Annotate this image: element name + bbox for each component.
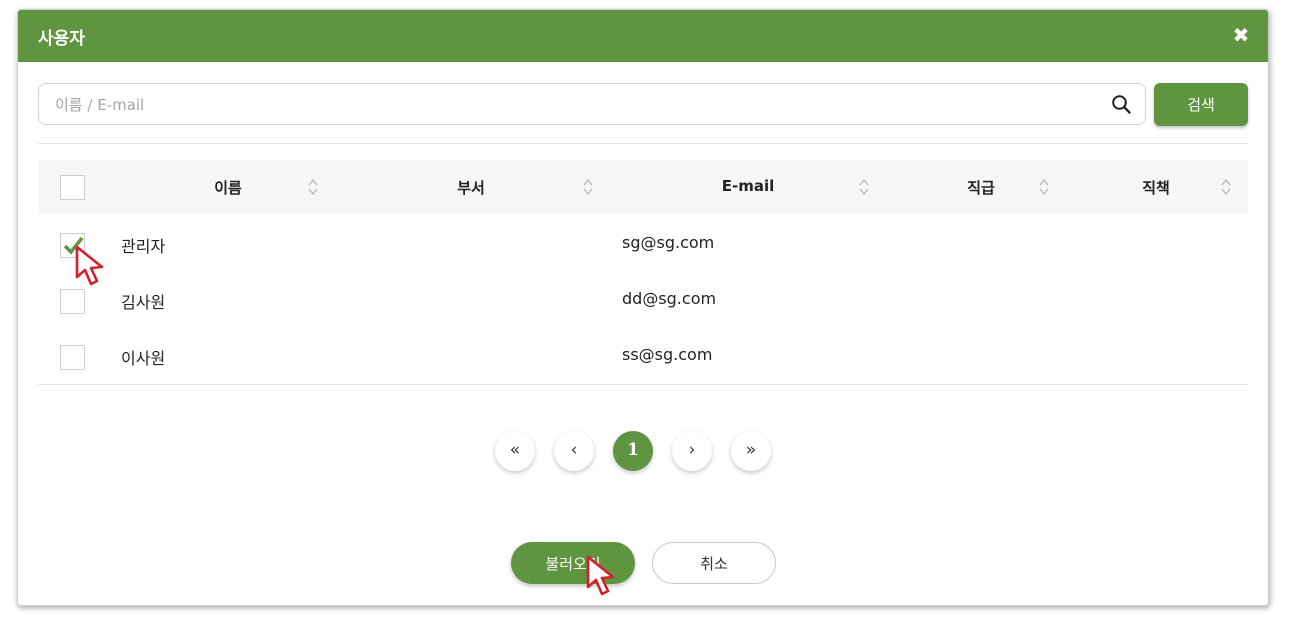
dialog-title: 사용자 [38, 29, 85, 49]
column-header-rank[interactable]: 직급 [946, 177, 1016, 198]
table-row[interactable]: 김사원 dd@sg.com [38, 273, 1248, 328]
table-row[interactable]: 이사원 ss@sg.com [38, 329, 1248, 384]
column-header-email[interactable]: E-mail [698, 177, 798, 195]
close-icon[interactable]: ✖ [1230, 22, 1252, 48]
pagination-last-button[interactable]: » [731, 431, 771, 471]
load-button[interactable]: 불러오기 [511, 542, 635, 584]
divider [38, 384, 1248, 385]
table-row[interactable]: 관리자 sg@sg.com [38, 217, 1248, 272]
divider [38, 143, 1248, 144]
column-header-name[interactable]: 이름 [188, 177, 268, 198]
search-icon[interactable] [1111, 94, 1131, 114]
sort-icon[interactable] [1221, 178, 1231, 196]
pagination-first-button[interactable]: « [495, 431, 535, 471]
sort-icon[interactable] [1039, 178, 1049, 196]
table-header: 이름 부서 E-mail 직급 직책 [38, 160, 1248, 214]
user-picker-dialog: 사용자 ✖ 검색 이름 부서 E-mail 직급 [17, 9, 1269, 606]
cell-name: 관리자 [121, 237, 166, 256]
dialog-titlebar: 사용자 ✖ [18, 10, 1268, 62]
row-checkbox[interactable] [60, 345, 85, 370]
pagination-next-button[interactable]: › [672, 431, 712, 471]
sort-icon[interactable] [859, 178, 869, 196]
cell-email: ss@sg.com [622, 345, 713, 364]
sort-icon[interactable] [308, 178, 318, 196]
sort-icon[interactable] [583, 178, 593, 196]
cell-email: dd@sg.com [622, 289, 717, 308]
search-button[interactable]: 검색 [1154, 83, 1248, 126]
cell-name: 김사원 [121, 293, 166, 312]
pagination-prev-button[interactable]: ‹ [554, 431, 594, 471]
row-checkbox[interactable] [60, 289, 85, 314]
column-header-position[interactable]: 직책 [1121, 177, 1191, 198]
column-header-department[interactable]: 부서 [438, 177, 504, 198]
pagination-page-button[interactable]: 1 [613, 431, 653, 471]
checkmark-icon [63, 236, 84, 255]
cell-email: sg@sg.com [622, 233, 715, 252]
search-field[interactable] [38, 83, 1146, 125]
cancel-button[interactable]: 취소 [652, 542, 776, 584]
select-all-checkbox[interactable] [60, 175, 85, 200]
cell-name: 이사원 [121, 349, 166, 368]
search-input[interactable] [53, 93, 1097, 117]
row-checkbox[interactable] [60, 233, 85, 258]
